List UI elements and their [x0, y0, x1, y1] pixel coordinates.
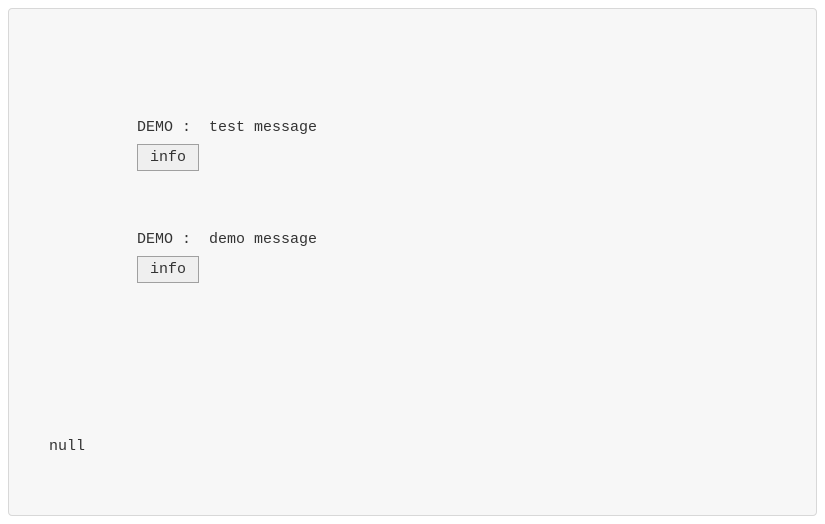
message-label: DEMO: [137, 119, 173, 136]
message-text: demo message: [209, 231, 317, 248]
message-line: DEMO : test message: [137, 119, 317, 136]
message-text: test message: [209, 119, 317, 136]
message-list: DEMO : test message info DEMO : demo mes…: [137, 119, 317, 343]
footer-null: null: [49, 438, 85, 455]
info-button[interactable]: info: [137, 256, 199, 283]
info-button[interactable]: info: [137, 144, 199, 171]
message-line: DEMO : demo message: [137, 231, 317, 248]
message-separator: :: [173, 119, 209, 136]
output-panel: DEMO : test message info DEMO : demo mes…: [8, 8, 817, 516]
message-separator: :: [173, 231, 209, 248]
message-item: DEMO : demo message info: [137, 231, 317, 283]
message-label: DEMO: [137, 231, 173, 248]
message-item: DEMO : test message info: [137, 119, 317, 171]
